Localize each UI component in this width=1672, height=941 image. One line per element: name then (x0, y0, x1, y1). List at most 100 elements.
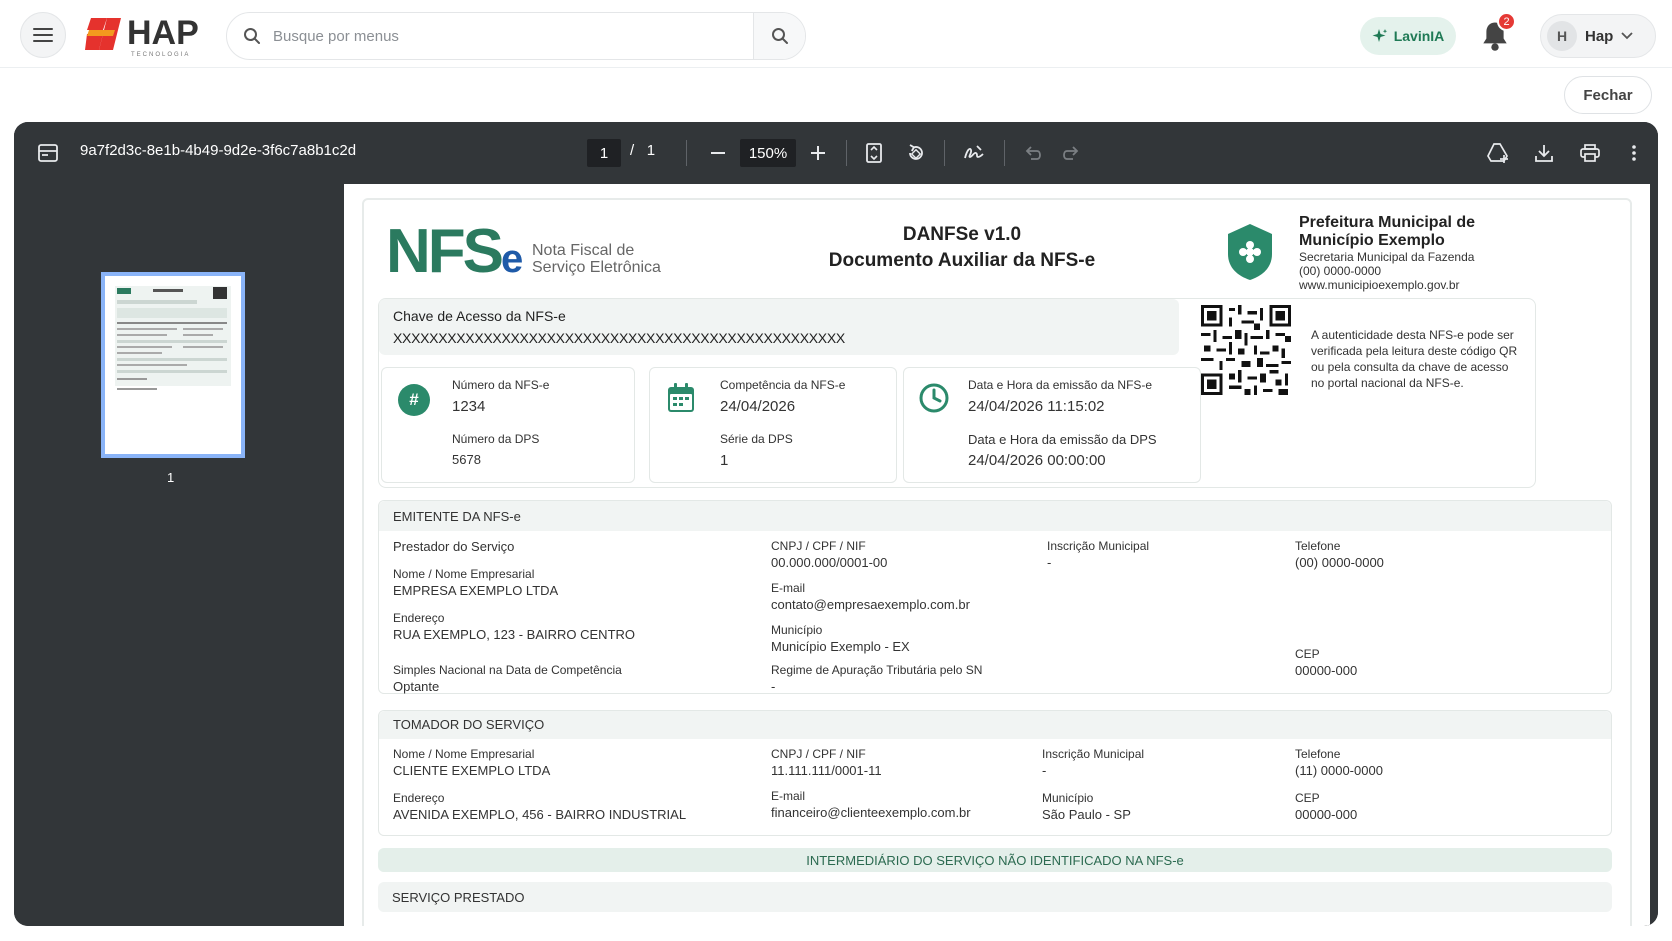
page-count: / 1 (630, 142, 655, 159)
issuer-section-title: EMITENTE DA NFS-e (393, 509, 521, 524)
danfse-document: NFSe Nota Fiscal de Serviço Eletrônica D… (362, 198, 1632, 926)
user-menu[interactable]: H Hap (1540, 14, 1656, 58)
municipality-title-2: Município Exemplo (1299, 232, 1445, 249)
recipient-name-value: CLIENTE EXEMPLO LTDA (393, 763, 551, 778)
dps-series-value: 1 (720, 452, 729, 469)
simples-value: Optante (393, 679, 440, 694)
pdf-page: NFSe Nota Fiscal de Serviço Eletrônica D… (344, 184, 1650, 926)
recipient-section: TOMADOR DO SERVIÇO Nome / Nome Empresari… (378, 710, 1612, 836)
issuer-cep-label: CEP (1295, 647, 1320, 661)
search-icon (244, 28, 260, 44)
recipient-section-header: TOMADOR DO SERVIÇO (379, 711, 1611, 739)
nfse-brand: NFSe Nota Fiscal de Serviço Eletrônica (386, 221, 686, 292)
nfse-subtitle: Nota Fiscal de Serviço Eletrônica (532, 242, 661, 276)
search-button[interactable] (753, 13, 805, 59)
issuer-address-label: Endereço (393, 611, 445, 625)
more-options-button[interactable] (1622, 141, 1646, 165)
issuer-email-value: contato@empresaexemplo.com.br (771, 597, 970, 612)
provider-label: Prestador do Serviço (393, 539, 515, 554)
rotate-button[interactable] (904, 141, 928, 165)
access-key-box: Chave de Acesso da NFS-e XXXXXXXXXXXXXXX… (379, 299, 1179, 355)
competence-value: 24/04/2026 (720, 398, 796, 415)
lavinia-ai-button[interactable]: LavinIA (1360, 17, 1456, 55)
recipient-cep-value: 00000-000 (1295, 807, 1358, 822)
logo-text: HAP (127, 14, 199, 52)
pdf-viewer: 9a7f2d3c-8e1b-4b49-9d2e-3f6c7a8b1c2d 1 /… (14, 122, 1658, 926)
issuer-address-value: RUA EXEMPLO, 123 - BAIRRO CENTRO (393, 627, 636, 642)
logo-subtitle: TECNOLOGIA (131, 52, 191, 58)
emission-card: Data e Hora da emissão da NFS-e 24/04/20… (903, 367, 1201, 483)
municipality-website: www.municipioexemplo.gov.br (1299, 278, 1460, 292)
nfse-number-card: # Número da NFS-e 1234 Número da DPS 567… (381, 367, 635, 483)
download-button[interactable] (1532, 141, 1556, 165)
hamburger-icon (33, 28, 53, 42)
menu-button[interactable] (20, 12, 66, 58)
recipient-city-label: Município (1042, 791, 1094, 805)
search-bar (226, 12, 806, 60)
page-number-input[interactable]: 1 (587, 139, 621, 167)
recipient-cnpj-label: CNPJ / CPF / NIF (771, 747, 866, 761)
issuer-municipal-reg-label: Inscrição Municipal (1047, 539, 1150, 553)
nfse-number-value: 1234 (452, 398, 486, 415)
fit-page-icon (866, 143, 882, 163)
toolbar-divider (944, 140, 945, 166)
minus-icon (711, 152, 725, 154)
document-title: DANFSe v1.0 Documento Auxiliar da NFS-e (812, 222, 1112, 274)
issuer-name-value: EMPRESA EXEMPLO LTDA (393, 583, 559, 598)
zoom-level[interactable]: 150% (740, 139, 796, 167)
issuer-name-label: Nome / Nome Empresarial (393, 567, 535, 581)
pdf-file-name: 9a7f2d3c-8e1b-4b49-9d2e-3f6c7a8b1c2d (80, 142, 357, 159)
emission-value: 24/04/2026 11:15:02 (968, 398, 1105, 415)
dps-emission-value: 24/04/2026 00:00:00 (968, 452, 1106, 469)
close-button[interactable]: Fechar (1564, 76, 1652, 114)
rotate-icon (909, 144, 923, 160)
issuer-cnpj-label: CNPJ / CPF / NIF (771, 539, 866, 553)
undo-button[interactable] (1020, 141, 1044, 165)
fit-page-button[interactable] (862, 141, 886, 165)
regime-value: - (771, 679, 776, 694)
redo-icon (1063, 146, 1079, 160)
dps-series-label: Série da DPS (720, 432, 793, 446)
clock-icon (919, 383, 949, 413)
municipality-secretariat: Secretaria Municipal da Fazenda (1299, 250, 1475, 264)
pdf-toolbar: 9a7f2d3c-8e1b-4b49-9d2e-3f6c7a8b1c2d 1 /… (14, 122, 1658, 184)
dps-number-label: Número da DPS (452, 432, 540, 446)
hash-icon: # (398, 384, 430, 416)
drive-add-icon (1487, 143, 1508, 163)
simples-label: Simples Nacional na Data de Competência (393, 663, 622, 677)
notification-badge: 2 (1497, 12, 1516, 31)
toolbar-divider (1004, 140, 1005, 166)
save-to-drive-button[interactable] (1486, 141, 1510, 165)
service-section-header: SERVIÇO PRESTADO (378, 882, 1612, 912)
recipient-cep-label: CEP (1295, 791, 1320, 805)
dps-emission-label: Data e Hora da emissão da DPS (968, 432, 1157, 447)
redo-button[interactable] (1060, 141, 1084, 165)
more-vert-icon (1632, 145, 1636, 161)
recipient-name-label: Nome / Nome Empresarial (393, 747, 535, 761)
sidebar-toggle-button[interactable] (36, 141, 60, 165)
print-button[interactable] (1578, 141, 1602, 165)
nfse-subtitle-line-1: Nota Fiscal de (532, 242, 635, 259)
municipal-shield-icon (1228, 224, 1272, 280)
nfse-logo-text: NFS (386, 217, 504, 286)
search-input[interactable] (273, 13, 713, 59)
document-title-line-1: DANFSe v1.0 (902, 224, 1022, 245)
zoom-in-button[interactable] (806, 141, 830, 165)
recipient-cnpj-value: 11.111.111/0001-11 (771, 763, 882, 778)
recipient-email-value: financeiro@clienteexemplo.com.br (771, 805, 971, 820)
thumbnail-sidebar: 1 (14, 184, 330, 926)
issuer-municipal-reg-value: - (1047, 555, 1052, 570)
zoom-out-button[interactable] (706, 141, 730, 165)
page-thumbnail[interactable] (101, 272, 245, 458)
recipient-city-value: São Paulo - SP (1042, 807, 1131, 822)
municipality-title-1: Prefeitura Municipal de (1299, 214, 1476, 231)
issuer-cnpj-value: 00.000.000/0001-00 (771, 555, 888, 570)
issuer-phone-label: Telefone (1295, 539, 1341, 553)
page-thumbnail-preview (113, 284, 233, 444)
issuer-city-value: Município Exemplo - EX (771, 639, 910, 654)
competence-label: Competência da NFS-e (720, 378, 846, 392)
hap-logo[interactable]: HAP TECNOLOGIA (85, 14, 199, 58)
qr-code (1201, 305, 1291, 395)
draw-button[interactable] (962, 141, 986, 165)
document-title-line-2: Documento Auxiliar da NFS-e (828, 250, 1096, 271)
